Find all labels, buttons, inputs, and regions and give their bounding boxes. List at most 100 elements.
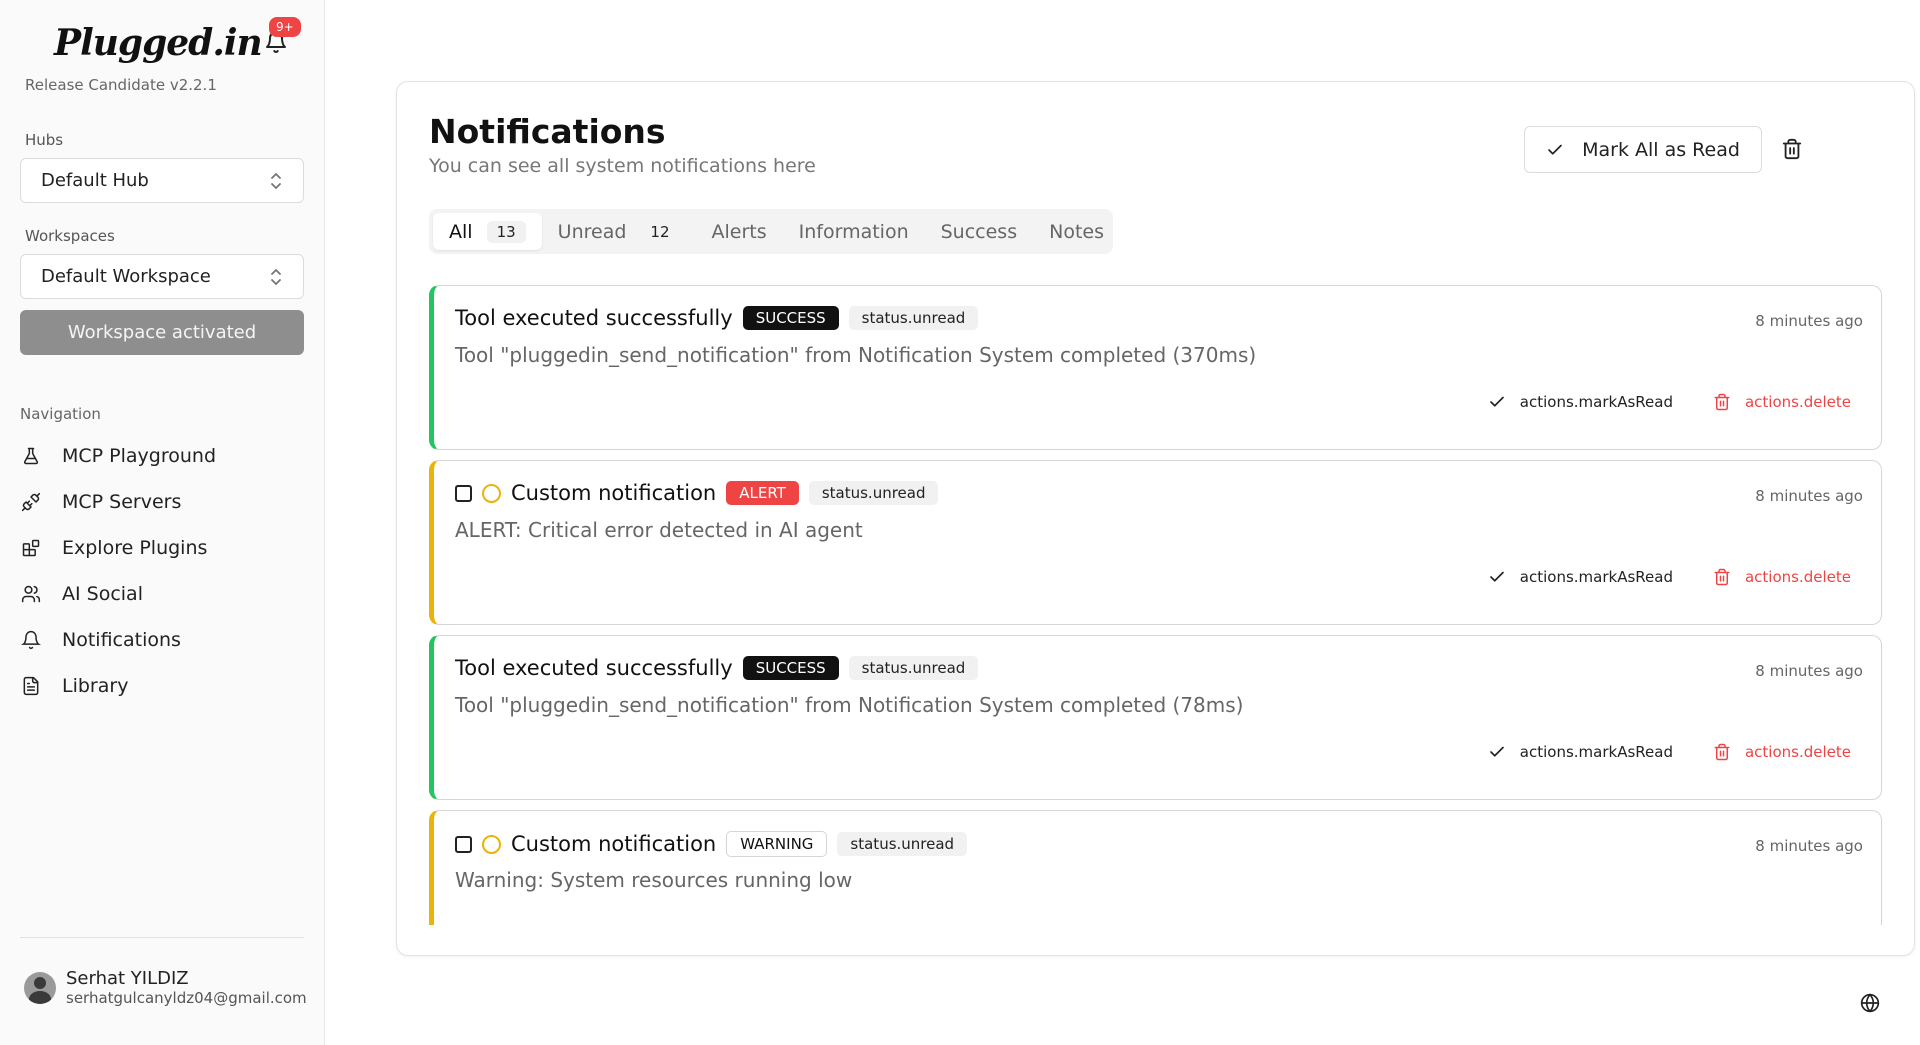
notification-message: Tool "pluggedin_send_notification" from … (455, 693, 1244, 717)
sidebar-item-label: AI Social (62, 583, 143, 605)
workspaces-label: Workspaces (25, 227, 115, 245)
trash-icon (1714, 568, 1730, 586)
notification-time: 8 minutes ago (1755, 662, 1863, 680)
plug-icon (20, 491, 42, 513)
sidebar-item-library[interactable]: Library (20, 663, 304, 709)
type-badge: SUCCESS (742, 306, 839, 330)
tab-alerts[interactable]: Alerts (696, 213, 783, 250)
navigation-label: Navigation (20, 405, 101, 423)
notification-item[interactable]: Tool executed successfully SUCCESS statu… (429, 635, 1882, 800)
unread-circle-icon (482, 483, 501, 503)
bell-icon (20, 629, 42, 651)
sidebar-item-ai-social[interactable]: AI Social (20, 571, 304, 617)
tab-success[interactable]: Success (925, 213, 1033, 250)
sidebar-item-label: MCP Playground (62, 445, 217, 467)
sidebar-item-mcp-playground[interactable]: MCP Playground (20, 433, 304, 479)
tab-label: Alerts (711, 220, 767, 243)
workspace-activated-button[interactable]: Workspace activated (20, 310, 304, 355)
mark-all-read-button[interactable]: Mark All as Read (1524, 126, 1762, 173)
user-name: Serhat YILDIZ (66, 968, 189, 989)
delete-button[interactable]: actions.delete (1713, 743, 1851, 761)
mark-as-read-label: actions.markAsRead (1519, 743, 1673, 761)
notification-title: Tool executed successfully (455, 306, 733, 330)
tab-label: Unread (557, 220, 627, 243)
check-icon (1489, 396, 1504, 407)
notifications-card: Notifications You can see all system not… (396, 81, 1915, 956)
sidebar-item-label: MCP Servers (62, 491, 182, 513)
workspace-select-value: Default Workspace (41, 266, 211, 287)
status-badge: status.unread (837, 832, 968, 856)
check-icon (1548, 144, 1562, 155)
status-badge: status.unread (848, 306, 979, 330)
page-subtitle: You can see all system notifications her… (429, 155, 816, 177)
select-checkbox[interactable] (455, 835, 472, 853)
notification-item[interactable]: Tool executed successfully SUCCESS statu… (429, 285, 1882, 450)
sidebar-item-mcp-servers[interactable]: MCP Servers (20, 479, 304, 525)
main-content: Notifications You can see all system not… (325, 0, 1920, 1045)
avatar (24, 971, 56, 1004)
tab-label: Notes (1049, 220, 1104, 243)
notification-message: Warning: System resources running low (455, 868, 853, 892)
tab-all[interactable]: All 13 (433, 213, 542, 250)
trash-icon (1714, 743, 1730, 761)
trash-icon[interactable] (1781, 138, 1803, 160)
notification-title: Tool executed successfully (455, 656, 733, 680)
sidebar-item-label: Explore Plugins (62, 537, 208, 559)
notification-title: Custom notification (511, 832, 717, 856)
sidebar-item-notifications[interactable]: Notifications (20, 617, 304, 663)
delete-button[interactable]: actions.delete (1713, 568, 1851, 586)
user-profile[interactable]: Serhat YILDIZ serhatgulcanyldz04@gmail.c… (24, 968, 307, 1007)
hubs-label: Hubs (25, 131, 64, 149)
chevrons-up-down-icon (271, 172, 281, 189)
flask-icon (20, 445, 42, 467)
workspace-select[interactable]: Default Workspace (20, 254, 304, 299)
chevrons-up-down-icon (271, 268, 281, 285)
tab-information[interactable]: Information (783, 213, 925, 250)
globe-icon[interactable] (1860, 993, 1880, 1013)
tab-unread[interactable]: Unread 12 (542, 213, 696, 250)
notification-count-badge: 9+ (269, 17, 301, 37)
notification-message: ALERT: Critical error detected in AI age… (455, 518, 863, 542)
notification-title: Custom notification (511, 481, 717, 505)
page-title: Notifications (429, 112, 666, 151)
mark-as-read-label: actions.markAsRead (1519, 393, 1673, 411)
delete-label: actions.delete (1744, 568, 1851, 586)
mark-as-read-button[interactable]: actions.markAsRead (1488, 393, 1673, 411)
file-text-icon (20, 675, 42, 697)
notification-item[interactable]: Custom notification WARNING status.unrea… (429, 810, 1882, 925)
blocks-icon (20, 537, 42, 559)
version-label: Release Candidate v2.2.1 (25, 76, 217, 94)
notification-item[interactable]: Custom notification ALERT status.unread … (429, 460, 1882, 625)
unread-circle-icon (482, 834, 501, 854)
delete-label: actions.delete (1744, 393, 1851, 411)
check-icon (1489, 571, 1504, 582)
tab-count: 13 (486, 220, 526, 243)
notification-time: 8 minutes ago (1755, 312, 1863, 330)
status-badge: status.unread (808, 481, 939, 505)
users-icon (20, 583, 42, 605)
status-badge: status.unread (848, 656, 979, 680)
mark-as-read-button[interactable]: actions.markAsRead (1488, 568, 1673, 586)
delete-button[interactable]: actions.delete (1713, 393, 1851, 411)
sidebar-nav: MCP Playground MCP Servers Explore Plugi… (20, 433, 304, 709)
mark-all-read-label: Mark All as Read (1582, 138, 1740, 161)
hub-select-value: Default Hub (41, 170, 149, 191)
select-checkbox[interactable] (455, 484, 472, 502)
check-icon (1489, 746, 1504, 757)
tab-notes[interactable]: Notes (1033, 213, 1120, 250)
notification-message: Tool "pluggedin_send_notification" from … (455, 343, 1257, 367)
user-email: serhatgulcanyldz04@gmail.com (66, 989, 307, 1007)
delete-label: actions.delete (1744, 743, 1851, 761)
tab-label: Success (940, 220, 1018, 243)
sidebar-item-explore-plugins[interactable]: Explore Plugins (20, 525, 304, 571)
notification-time: 8 minutes ago (1755, 837, 1863, 855)
brand-logo[interactable]: Plugged.in (54, 22, 263, 64)
type-badge: ALERT (726, 481, 799, 505)
tab-count: 12 (650, 222, 670, 241)
type-badge: WARNING (726, 831, 828, 857)
mark-as-read-button[interactable]: actions.markAsRead (1488, 743, 1673, 761)
type-badge: SUCCESS (742, 656, 839, 680)
notification-list: Tool executed successfully SUCCESS statu… (429, 285, 1882, 925)
hub-select[interactable]: Default Hub (20, 158, 304, 203)
mark-as-read-label: actions.markAsRead (1519, 568, 1673, 586)
